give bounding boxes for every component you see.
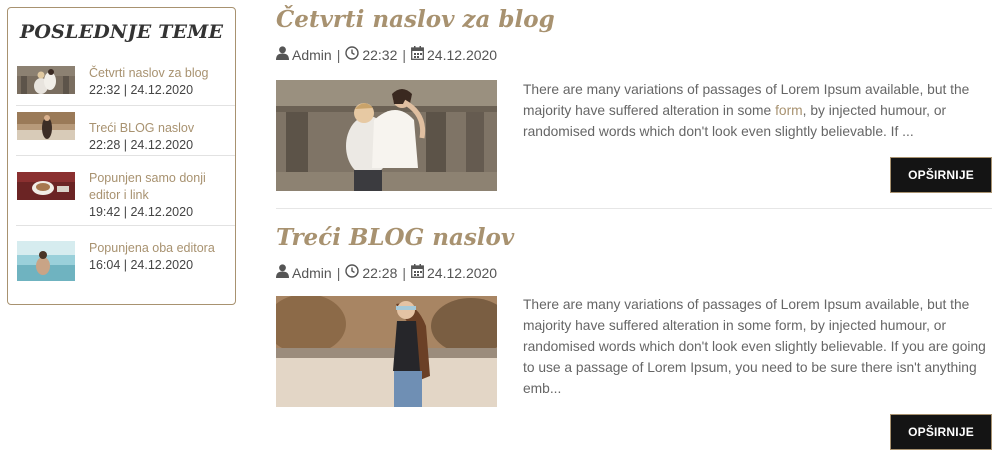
blog-post: Četvrti naslov za blog Admin | 22:32 | 2… — [276, 6, 992, 209]
post-author: Admin — [292, 46, 332, 63]
post-excerpt: There are many variations of passages of… — [523, 297, 986, 396]
recent-post-title[interactable]: Popunjena oba editora — [89, 240, 235, 257]
calendar-icon — [411, 264, 424, 281]
recent-post-meta: 22:28 | 24.12.2020 — [89, 138, 194, 152]
post-excerpt: There are many variations of passages of… — [523, 79, 993, 142]
recent-posts-widget: POSLEDNJE TEME Četvrti naslov za blog 22… — [7, 7, 236, 305]
meta-separator: | — [402, 264, 407, 281]
girl-on-beach-thumbnail[interactable] — [17, 112, 75, 140]
meta-separator: | — [336, 264, 341, 281]
girl-on-beach-image[interactable] — [276, 296, 497, 407]
user-icon — [276, 264, 289, 281]
calendar-icon — [411, 46, 424, 63]
meta-separator: | — [402, 46, 407, 63]
meta-separator: | — [336, 46, 341, 63]
recent-post-item[interactable]: Četvrti naslov za blog 22:32 | 24.12.202… — [16, 61, 235, 106]
post-title[interactable]: Četvrti naslov za blog — [276, 6, 992, 33]
recent-post-meta: 19:42 | 24.12.2020 — [89, 205, 194, 219]
sidebar-title: POSLEDNJE TEME — [19, 21, 224, 43]
user-icon — [276, 46, 289, 63]
clock-icon — [345, 46, 360, 63]
post-time: 22:28 — [362, 264, 398, 281]
wedding-couple-image[interactable] — [276, 80, 497, 191]
recent-post-item[interactable]: Popunjena oba editora 16:04 | 24.12.2020 — [16, 226, 235, 281]
recent-posts-list: Četvrti naslov za blog 22:32 | 24.12.202… — [16, 61, 235, 281]
post-meta: Admin | 22:32 | 24.12.2020 — [276, 46, 497, 63]
recent-post-item[interactable]: Popunjen samo donji editor i link 19:42 … — [16, 156, 235, 226]
recent-post-title[interactable]: Popunjen samo donji editor i link — [89, 170, 235, 204]
recent-post-title[interactable]: Četvrti naslov za blog — [89, 65, 235, 82]
post-title[interactable]: Treći BLOG naslov — [276, 224, 992, 251]
post-author: Admin — [292, 264, 332, 281]
blog-post: Treći BLOG naslov Admin | 22:28 | 24.12.… — [276, 224, 992, 460]
sea-woman-thumbnail[interactable] — [17, 241, 75, 281]
clock-icon — [345, 264, 360, 281]
read-more-button[interactable]: OPŠIRNIJE — [890, 157, 992, 193]
recent-post-meta: 22:32 | 24.12.2020 — [89, 83, 194, 97]
recent-post-title[interactable]: Treći BLOG naslov — [89, 120, 235, 137]
post-date: 24.12.2020 — [427, 264, 498, 281]
read-more-button[interactable]: OPŠIRNIJE — [890, 414, 992, 450]
post-date: 24.12.2020 — [427, 46, 498, 63]
post-meta: Admin | 22:28 | 24.12.2020 — [276, 264, 497, 281]
excerpt-inline-link[interactable]: form — [775, 103, 803, 118]
recent-post-meta: 16:04 | 24.12.2020 — [89, 258, 194, 272]
coffee-cup-thumbnail[interactable] — [17, 172, 75, 200]
post-time: 22:32 — [362, 46, 398, 63]
recent-post-item[interactable]: Treći BLOG naslov 22:28 | 24.12.2020 — [16, 106, 235, 156]
wedding-couple-thumbnail[interactable] — [17, 66, 75, 94]
